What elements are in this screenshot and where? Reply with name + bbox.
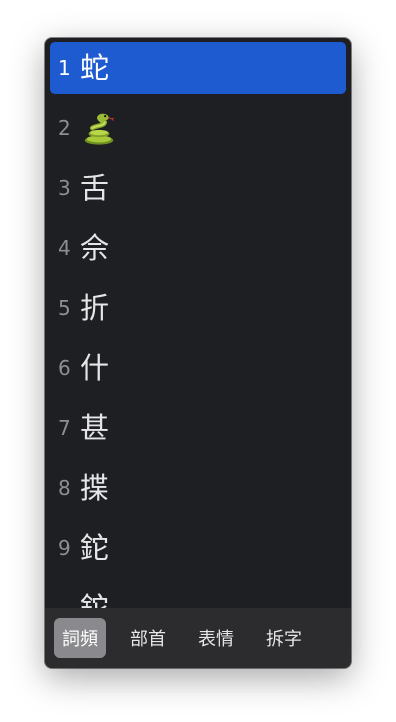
candidate-item-1[interactable]: 1 蛇: [50, 42, 346, 94]
candidate-index: 6: [58, 356, 71, 380]
candidate-text: 什: [80, 350, 110, 385]
candidate-text: 折: [80, 290, 110, 325]
candidate-text: 甚: [80, 410, 110, 445]
candidate-list: 1 蛇 2 3 舌 4 佘 5 折 6 什 7 甚 8 揲 9 鉈 鉈: [45, 38, 351, 608]
candidate-item-6[interactable]: 6 什: [50, 342, 346, 394]
candidate-index: 9: [58, 536, 71, 560]
candidate-item-5[interactable]: 5 折: [50, 282, 346, 334]
candidate-index: 5: [58, 296, 71, 320]
snake-emoji-icon: [80, 109, 118, 147]
candidate-index: 7: [58, 416, 71, 440]
candidate-item-8[interactable]: 8 揲: [50, 462, 346, 514]
category-tab-bar: 詞頻 部首 表情 拆字: [45, 608, 351, 668]
candidate-window: 1 蛇 2 3 舌 4 佘 5 折 6 什 7 甚 8 揲 9 鉈 鉈 詞頻 部…: [45, 38, 351, 668]
candidate-item-4[interactable]: 4 佘: [50, 222, 346, 274]
candidate-item-10[interactable]: 鉈: [50, 582, 346, 608]
candidate-text: 鉈: [80, 530, 110, 565]
candidate-index: 3: [58, 176, 71, 200]
candidate-item-3[interactable]: 3 舌: [50, 162, 346, 214]
candidate-text: 佘: [80, 230, 110, 265]
candidate-index: 2: [58, 116, 71, 140]
candidate-index: 4: [58, 236, 71, 260]
tab-frequency[interactable]: 詞頻: [54, 618, 106, 658]
candidate-index: 8: [58, 476, 71, 500]
candidate-index: 1: [58, 56, 71, 80]
tab-radical[interactable]: 部首: [122, 618, 174, 658]
candidate-item-9[interactable]: 9 鉈: [50, 522, 346, 574]
candidate-text: 鉈: [80, 590, 110, 608]
candidate-text: 蛇: [80, 50, 110, 85]
tab-emoji[interactable]: 表情: [190, 618, 242, 658]
candidate-text: 揲: [80, 470, 110, 505]
tab-decompose[interactable]: 拆字: [258, 618, 310, 658]
candidate-item-7[interactable]: 7 甚: [50, 402, 346, 454]
candidate-item-2[interactable]: 2: [50, 102, 346, 154]
candidate-text: 舌: [80, 170, 110, 205]
